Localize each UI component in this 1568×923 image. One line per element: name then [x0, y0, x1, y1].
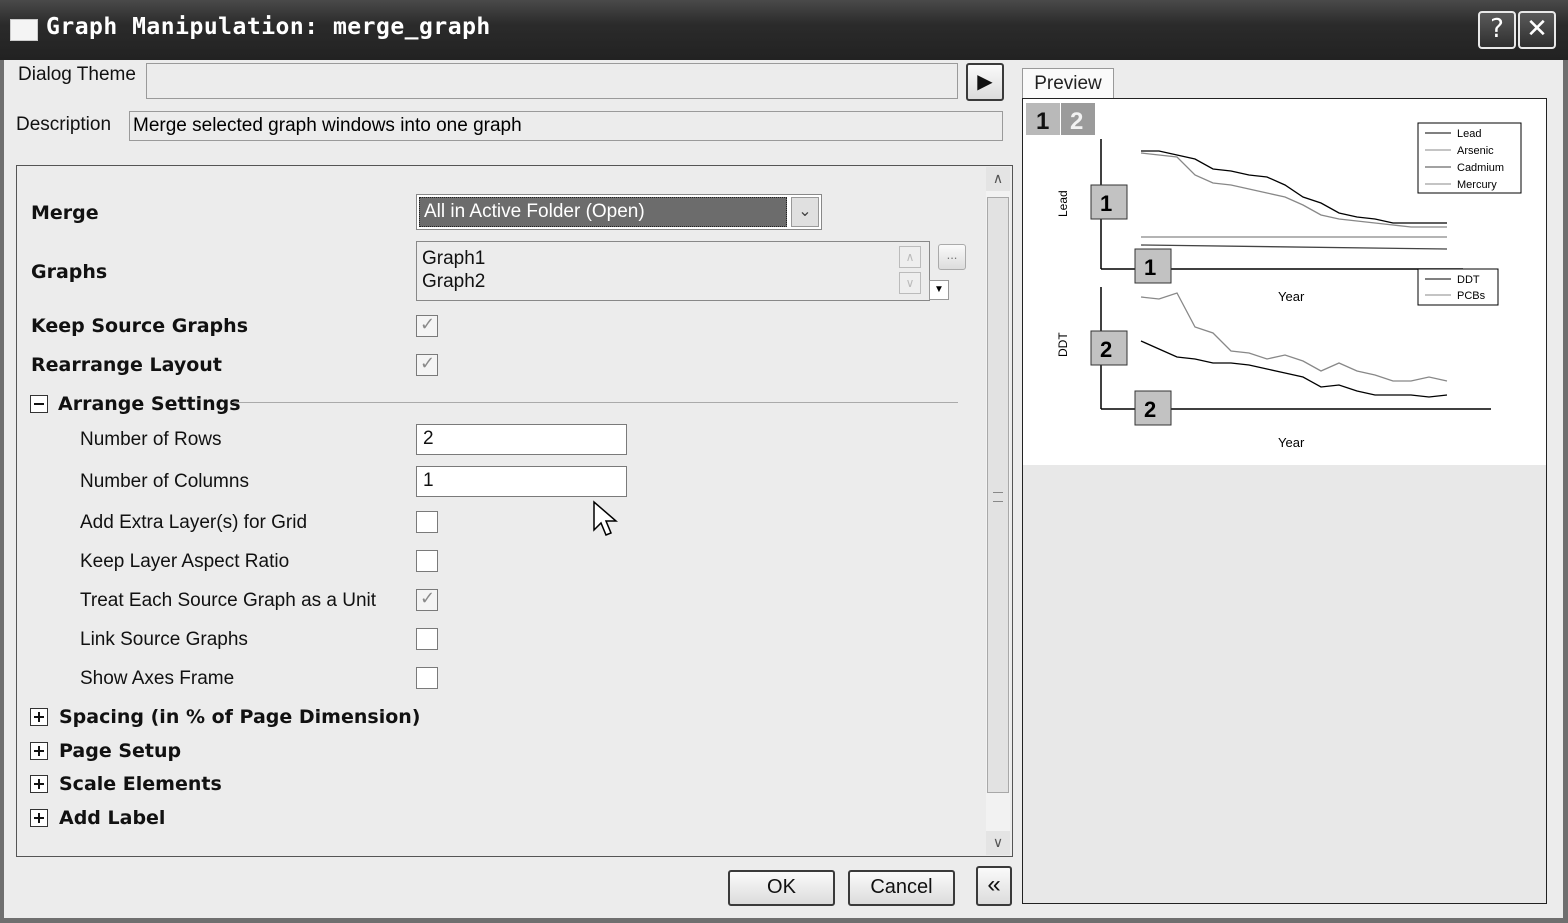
aspect-checkbox[interactable] [416, 550, 438, 572]
cancel-button[interactable]: Cancel [848, 870, 955, 906]
layer-label: 2 [1100, 337, 1112, 362]
extra-layer-checkbox[interactable] [416, 511, 438, 533]
axes-frame-checkbox[interactable] [416, 667, 438, 689]
keep-source-label: Keep Source Graphs [31, 315, 248, 337]
panel-scrollbar[interactable]: ∧ ∨ [986, 167, 1010, 855]
layer-label: 2 [1144, 397, 1156, 422]
merge-label: Merge [31, 202, 99, 224]
x-axis-label: Year [1278, 435, 1305, 450]
graphs-label: Graphs [31, 261, 108, 283]
scroll-up-icon[interactable]: ∧ [986, 167, 1010, 191]
preview-graph: 1 2 Lead Year Lead Arsenic Cadmium Mercu… [1023, 99, 1546, 465]
dialog-theme-field[interactable] [146, 63, 958, 99]
layer-label: 1 [1144, 255, 1156, 280]
description-field: Merge selected graph windows into one gr… [129, 111, 1003, 141]
layer-badge-2[interactable]: 2 [1070, 108, 1083, 135]
y-axis-label: Lead [1056, 190, 1070, 217]
y-axis-label: DDT [1056, 332, 1070, 357]
chevron-down-icon[interactable]: ⌄ [791, 197, 819, 227]
graphs-listbox[interactable]: Graph1 Graph2 ∧ ∨ [416, 241, 930, 301]
pcbs-series [1140, 292, 1448, 382]
merge-dropdown[interactable]: All in Active Folder (Open) ⌄ [416, 194, 822, 230]
close-button[interactable]: ✕ [1518, 11, 1556, 49]
link-label: Link Source Graphs [80, 629, 248, 650]
legend-item: Lead [1457, 128, 1481, 140]
legend-item: PCBs [1457, 290, 1486, 302]
scroll-down-icon[interactable]: ∨ [986, 831, 1010, 855]
grip-icon [993, 492, 1003, 502]
graph-list-item[interactable]: Graph2 [422, 271, 485, 293]
graphs-dropdown-icon[interactable]: ▼ [929, 280, 949, 300]
arrange-settings-label: Arrange Settings [58, 393, 241, 415]
help-button[interactable]: ? [1478, 11, 1516, 49]
graph-list-item[interactable]: Graph1 [422, 248, 485, 270]
cols-label: Number of Columns [80, 471, 249, 492]
dialog-body: Dialog Theme ▶ Description Merge selecte… [4, 60, 1563, 918]
layer-label: 1 [1100, 191, 1112, 216]
graphs-browse-button[interactable]: ... [938, 244, 966, 270]
legend-item: Mercury [1457, 179, 1497, 191]
legend-item: Arsenic [1457, 145, 1494, 157]
merge-value: All in Active Folder (Open) [419, 197, 787, 227]
dialog-theme-label: Dialog Theme [18, 64, 136, 85]
list-scroll-up-icon[interactable]: ∧ [899, 246, 921, 268]
scroll-thumb[interactable] [987, 197, 1009, 793]
spacing-section-label[interactable]: Spacing (in % of Page Dimension) [59, 706, 420, 728]
dialog-window: Graph Manipulation: merge_graph ? ✕ Dial… [0, 0, 1568, 923]
page-setup-section-label[interactable]: Page Setup [59, 740, 181, 762]
arsenic-series [1140, 152, 1447, 228]
description-label: Description [16, 114, 112, 135]
window-icon [10, 19, 38, 41]
tab-preview[interactable]: Preview [1022, 68, 1114, 100]
window-title: Graph Manipulation: merge_graph [46, 14, 491, 40]
collapse-preview-button[interactable]: « [976, 866, 1012, 906]
extra-layer-label: Add Extra Layer(s) for Grid [80, 512, 308, 533]
page-setup-expand-icon[interactable] [30, 742, 48, 760]
layer-badge-1[interactable]: 1 [1036, 108, 1049, 135]
aspect-label: Keep Layer Aspect Ratio [80, 551, 290, 572]
legend-item: Cadmium [1457, 162, 1504, 174]
legend-item: DDT [1457, 274, 1480, 286]
keep-source-checkbox[interactable] [416, 314, 438, 337]
mouse-cursor-icon [593, 500, 618, 536]
section-divider [232, 402, 958, 403]
rows-label: Number of Rows [80, 429, 222, 450]
rearrange-checkbox[interactable] [416, 353, 438, 376]
scale-elements-section-label[interactable]: Scale Elements [59, 773, 222, 795]
link-checkbox[interactable] [416, 628, 438, 650]
add-label-section-label[interactable]: Add Label [59, 807, 165, 829]
ok-button[interactable]: OK [728, 870, 835, 906]
cols-input[interactable]: 1 [416, 466, 627, 497]
x-axis-label: Year [1278, 289, 1305, 304]
spacing-expand-icon[interactable] [30, 708, 48, 726]
axes-frame-label: Show Axes Frame [80, 668, 235, 689]
theme-menu-button[interactable]: ▶ [966, 63, 1004, 101]
scale-elements-expand-icon[interactable] [30, 775, 48, 793]
rearrange-label: Rearrange Layout [31, 354, 222, 376]
cadmium-series [1140, 244, 1448, 250]
add-label-expand-icon[interactable] [30, 809, 48, 827]
title-bar[interactable]: Graph Manipulation: merge_graph ? ✕ [0, 0, 1568, 60]
unit-label: Treat Each Source Graph as a Unit [80, 590, 377, 611]
unit-checkbox[interactable] [416, 588, 438, 611]
rows-input[interactable]: 2 [416, 424, 627, 455]
ddt-series [1140, 340, 1448, 398]
list-scroll-down-icon[interactable]: ∨ [899, 272, 921, 294]
arrange-collapse-icon[interactable] [30, 395, 48, 413]
preview-panel: 1 2 Lead Year Lead Arsenic Cadmium Mercu… [1022, 98, 1547, 904]
lead-series [1141, 150, 1447, 224]
